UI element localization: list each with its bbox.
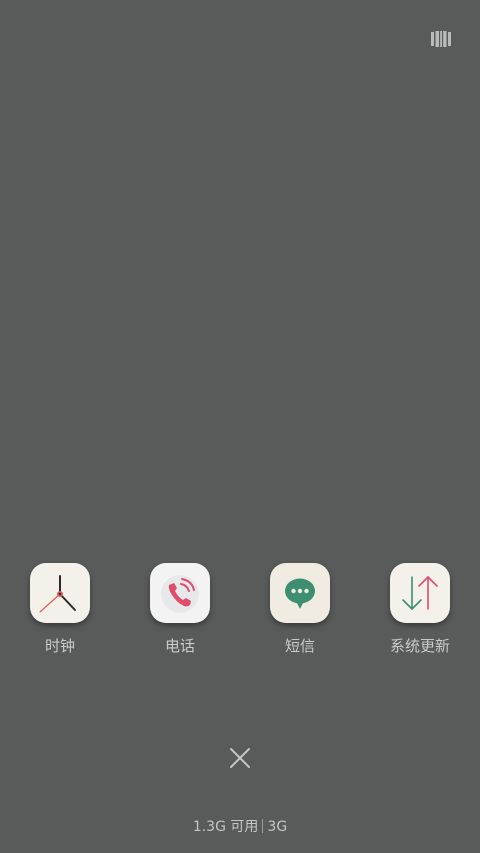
app-label: 短信 [284,637,315,655]
app-phone[interactable]: 电话 [130,563,230,656]
app-label: 时钟 [44,637,75,655]
memory-separator [262,819,264,833]
app-label: 系统更新 [389,637,450,655]
multitask-manager-icon [431,31,451,47]
multitask-manager-button[interactable] [428,28,454,50]
recent-apps-screen: 时钟 电话 短信 系统更新 1.3G 可用 3G [0,0,480,853]
system-update-icon [390,563,450,623]
close-icon [230,748,250,768]
clock-icon [30,563,90,623]
memory-total: 3G [267,819,288,835]
app-clock[interactable]: 时钟 [10,563,110,656]
phone-icon [150,563,210,623]
close-all-button[interactable] [226,744,254,772]
app-label: 电话 [164,637,195,655]
recent-apps-row: 时钟 电话 短信 系统更新 [0,563,480,663]
message-icon [270,563,330,623]
memory-status: 1.3G 可用 3G [0,816,480,836]
memory-available: 1.3G 可用 [192,819,259,835]
app-messages[interactable]: 短信 [250,563,350,656]
app-system-update[interactable]: 系统更新 [370,563,470,656]
